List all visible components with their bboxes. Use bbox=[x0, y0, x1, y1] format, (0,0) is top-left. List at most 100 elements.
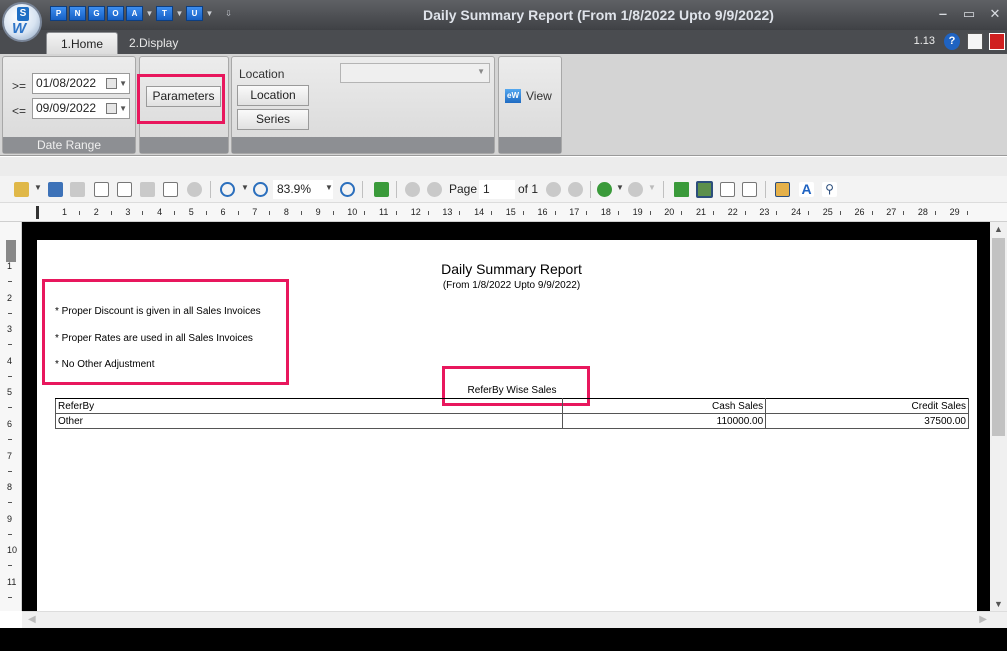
minimize-button[interactable]: ‒ bbox=[936, 6, 950, 21]
scroll-right-icon[interactable]: ▶ bbox=[979, 614, 987, 625]
previous-page-icon[interactable] bbox=[427, 182, 442, 197]
ribbon-tab-bar: 1.Home 2.Display 1.13 ? bbox=[0, 30, 1007, 54]
chevron-down-icon[interactable]: ▼ bbox=[119, 74, 127, 93]
exit-icon[interactable] bbox=[989, 33, 1005, 50]
ruler-tick bbox=[554, 211, 556, 215]
scroll-left-icon[interactable]: ◀ bbox=[28, 614, 36, 625]
ruler-tick bbox=[903, 211, 905, 215]
tab-display[interactable]: 2.Display bbox=[115, 32, 192, 54]
ruler-tick bbox=[522, 211, 524, 215]
hand-tool-icon[interactable] bbox=[775, 182, 790, 197]
go-forward-icon[interactable] bbox=[628, 182, 643, 197]
ruler-tick bbox=[8, 439, 12, 440]
chevron-down-icon[interactable]: ▼ bbox=[241, 183, 249, 192]
zoom-value: 83.9% bbox=[277, 182, 312, 196]
print-preview-icon[interactable] bbox=[163, 182, 178, 197]
ruler-number: 12 bbox=[410, 207, 421, 217]
ruler-number: 6 bbox=[220, 207, 226, 217]
ruler-number: 20 bbox=[664, 207, 675, 217]
ruler-tick bbox=[427, 211, 429, 215]
separator-strip bbox=[0, 157, 1007, 176]
page-number-field[interactable]: 1 bbox=[479, 180, 515, 199]
zoom-in-icon[interactable] bbox=[220, 182, 235, 197]
ruler-margin-marker[interactable] bbox=[36, 206, 39, 219]
from-date-field[interactable]: 01/08/2022 ▼ bbox=[32, 73, 130, 94]
find-icon[interactable]: ⚲ bbox=[822, 182, 837, 197]
next-page-icon[interactable] bbox=[546, 182, 561, 197]
last-page-icon[interactable] bbox=[568, 182, 583, 197]
group-label-empty bbox=[232, 137, 494, 153]
view-label: View bbox=[526, 89, 552, 103]
group-label-empty bbox=[140, 137, 228, 153]
chevron-down-icon[interactable]: ▼ bbox=[616, 183, 624, 192]
to-date-field[interactable]: 09/09/2022 ▼ bbox=[32, 98, 130, 119]
ruler-margin-marker[interactable] bbox=[6, 240, 16, 262]
ruler-tick bbox=[396, 211, 397, 215]
ruler-tick bbox=[174, 211, 176, 215]
calendar-icon[interactable] bbox=[106, 78, 117, 89]
app-logo[interactable]: S W bbox=[2, 2, 42, 42]
zoom-field[interactable]: 83.9% bbox=[273, 180, 333, 199]
ruler-number: 2 bbox=[93, 207, 99, 217]
new-page-icon[interactable] bbox=[117, 182, 132, 197]
chevron-down-icon[interactable]: ▼ bbox=[34, 183, 42, 192]
column-header-credit-sales: Credit Sales bbox=[765, 398, 969, 414]
horizontal-scrollbar[interactable]: ◀ ▶ bbox=[22, 611, 1007, 628]
ruler-tick bbox=[8, 502, 12, 504]
chevron-down-icon[interactable]: ▼ bbox=[119, 99, 127, 118]
two-pages-icon[interactable] bbox=[720, 182, 735, 197]
view-group bbox=[498, 56, 562, 154]
chevron-down-icon[interactable]: ▼ bbox=[477, 67, 485, 76]
tab-home[interactable]: 1.Home bbox=[46, 32, 119, 54]
export-icon[interactable] bbox=[70, 182, 85, 197]
ruler-tick bbox=[79, 211, 80, 215]
first-page-icon[interactable] bbox=[405, 182, 420, 197]
ruler-number: 24 bbox=[791, 207, 802, 217]
notes-highlight bbox=[42, 279, 289, 385]
select-text-icon[interactable]: A bbox=[799, 182, 814, 197]
ruler-tick bbox=[8, 407, 12, 409]
scroll-down-icon[interactable]: ▼ bbox=[994, 599, 1003, 609]
print-icon[interactable] bbox=[140, 182, 155, 197]
date-range-label: Date Range bbox=[3, 137, 135, 153]
open-icon[interactable] bbox=[14, 182, 29, 197]
vertical-scrollbar[interactable]: ▲ ▼ bbox=[990, 222, 1007, 611]
document-map-icon[interactable] bbox=[374, 182, 389, 197]
zoom-plus-icon[interactable] bbox=[340, 182, 355, 197]
scrollbar-thumb[interactable] bbox=[992, 238, 1005, 436]
ruler-tick bbox=[839, 211, 841, 215]
page-setup-icon[interactable] bbox=[94, 182, 109, 197]
series-button[interactable]: Series bbox=[237, 109, 309, 130]
view-button[interactable]: eW View bbox=[505, 89, 552, 103]
zoom-out-icon[interactable] bbox=[253, 182, 268, 197]
continuous-page-icon[interactable] bbox=[696, 181, 713, 198]
status-area bbox=[0, 628, 1007, 651]
chevron-down-icon[interactable]: ▼ bbox=[325, 183, 333, 192]
ruler-number: 5 bbox=[188, 207, 194, 217]
ruler-number: 8 bbox=[7, 482, 13, 493]
close-button[interactable]: ✕ bbox=[988, 6, 1002, 22]
save-icon[interactable] bbox=[48, 182, 63, 197]
ruler-number: 3 bbox=[7, 324, 13, 335]
location-button[interactable]: Location bbox=[237, 85, 309, 106]
chevron-down-icon[interactable]: ▼ bbox=[648, 183, 656, 192]
document-icon[interactable] bbox=[967, 33, 983, 50]
ruler-number: 4 bbox=[7, 355, 13, 366]
stop-icon[interactable] bbox=[187, 182, 202, 197]
ruler-tick bbox=[776, 211, 778, 215]
ruler-tick bbox=[649, 211, 651, 215]
scroll-up-icon[interactable]: ▲ bbox=[994, 224, 1003, 234]
maximize-button[interactable]: ▭ bbox=[962, 6, 976, 22]
multiple-pages-icon[interactable] bbox=[742, 182, 757, 197]
single-page-icon[interactable] bbox=[674, 182, 689, 197]
calendar-icon[interactable] bbox=[106, 103, 117, 114]
location-combo[interactable]: ▼ bbox=[340, 63, 490, 83]
help-icon[interactable]: ? bbox=[944, 33, 960, 50]
go-back-icon[interactable] bbox=[597, 182, 612, 197]
ruler-number: 23 bbox=[759, 207, 770, 217]
ruler-tick bbox=[808, 211, 810, 215]
ruler-tick bbox=[8, 312, 12, 314]
from-date-value: 01/08/2022 bbox=[36, 76, 97, 90]
referby-sales-table: ReferBy Cash Sales Credit Sales Other 11… bbox=[54, 398, 969, 429]
ruler-number: 3 bbox=[125, 207, 131, 217]
